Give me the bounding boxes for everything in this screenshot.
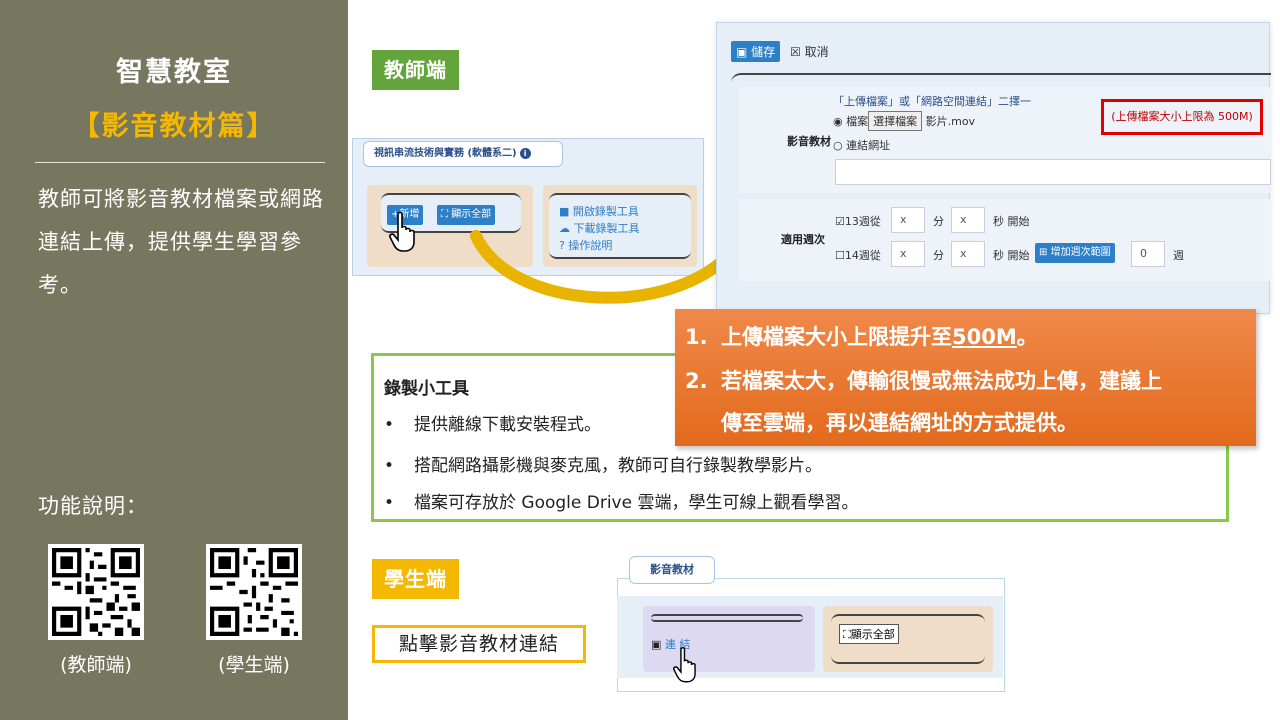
sec-start-label: 秒 開始 xyxy=(993,215,1030,228)
expand-icon: ⛶ xyxy=(843,628,851,641)
cancel-button[interactable]: ☒ 取消 xyxy=(790,43,829,60)
media-form: ▣ 儲存 ☒ 取消 影音教材 「上傳檔案」或「網路空間連結」二擇一 ◉ 檔案 選擇… xyxy=(716,22,1271,314)
week14-label: 14週從 xyxy=(844,249,881,262)
form-toolbar: ▣ 儲存 ☒ 取消 xyxy=(731,41,829,62)
sidebar-subtitle: 【影音教材篇】 xyxy=(72,111,276,142)
upload-callout: 1. 上傳檔案大小上限提升至500M。 2. 若檔案太大，傳輸很慢或無法成功上傳，建… xyxy=(675,309,1256,446)
range-input[interactable]: 0 xyxy=(1131,241,1165,267)
radio-icon: ○ xyxy=(833,139,843,152)
bullet-icon: • xyxy=(384,493,395,513)
callout-text-1: 上傳檔案大小上限提升至 xyxy=(721,325,952,349)
checkbox-checked-icon: ☑ xyxy=(835,215,845,228)
media-label: 影音教材 xyxy=(787,135,831,148)
video-icon: ■ xyxy=(559,205,570,218)
file-option-label: 檔案 xyxy=(846,115,869,128)
callout-end-1: 。 xyxy=(1016,325,1038,349)
sec-start-label: 秒 開始 xyxy=(993,249,1030,262)
week14-sec-input[interactable]: x xyxy=(951,241,985,267)
radio-checked-icon: ◉ xyxy=(833,115,843,128)
add-range-button[interactable]: ⊞ 增加週次範圍 xyxy=(1035,243,1115,263)
link-url-input[interactable] xyxy=(835,159,1271,185)
student-showall-box: ⛶顯示全部 xyxy=(823,606,993,672)
student-note: 點擊影音教材連結 xyxy=(372,625,586,663)
choice-hint: 「上傳檔案」或「網路空間連結」二擇一 xyxy=(833,95,1031,108)
course-title: 視訊串流技術與實務 (軟體系二) xyxy=(374,148,517,159)
sidebar-title: 智慧教室 xyxy=(116,57,232,88)
student-tag: 學生端 xyxy=(372,559,459,599)
tool-item-text: 搭配網路攝影機與麥克風，教師可自行錄製教學影片。 xyxy=(414,456,822,476)
expand-icon: ⛶ xyxy=(441,209,448,220)
week-unit: 週 xyxy=(1173,249,1184,262)
info-icon[interactable]: i xyxy=(519,148,531,159)
callout-line-1: 1. 上傳檔案大小上限提升至500M。 xyxy=(685,321,1038,351)
file-name: 影片.mov xyxy=(925,115,976,128)
min-label: 分 xyxy=(933,215,944,228)
week-row: 適用週次 ☑13週從 x 分 x 秒 開始 ☐14週從 x 分 x 秒 開始 ⊞… xyxy=(739,199,1271,281)
function-label: 功能說明： xyxy=(38,494,148,518)
week13-sec-input[interactable]: x xyxy=(951,207,985,233)
save-icon: ▣ xyxy=(736,45,748,59)
checkbox-icon: ☐ xyxy=(835,249,845,262)
callout-num-1: 1. xyxy=(685,325,708,349)
save-button[interactable]: ▣ 儲存 xyxy=(731,41,781,62)
qr-icon xyxy=(52,548,140,636)
min-label: 分 xyxy=(933,249,944,262)
week-label: 適用週次 xyxy=(781,233,825,246)
link-option[interactable]: ○ 連結網址 xyxy=(833,137,890,153)
link-option-label: 連結網址 xyxy=(846,139,891,152)
week14-min-input[interactable]: x xyxy=(891,241,925,267)
qr-code-teacher[interactable] xyxy=(48,544,144,640)
student-widget-header: 影音教材 xyxy=(629,556,715,584)
qr-label-teacher: (教師端) xyxy=(60,654,132,676)
tool-item: • 搭配網路攝影機與麥克風，教師可自行錄製教學影片。 xyxy=(384,451,822,476)
show-all-button[interactable]: ⛶ 顯示全部 xyxy=(437,205,496,225)
divider xyxy=(35,162,325,163)
cancel-label: 取消 xyxy=(804,45,829,59)
callout-num-2: 2. xyxy=(685,369,708,393)
week14-checkbox[interactable]: ☐14週從 xyxy=(835,247,881,263)
student-show-all-label: 顯示全部 xyxy=(850,628,895,641)
teacher-tag: 教師端 xyxy=(372,50,459,90)
student-link-box: ▣ 連 結 xyxy=(643,606,815,683)
save-label: 儲存 xyxy=(751,45,776,59)
tool-item: • 檔案可存放於 Google Drive 雲端，學生可線上觀看學習。 xyxy=(384,488,858,513)
course-header: 視訊串流技術與實務 (軟體系二) i xyxy=(363,141,563,167)
week13-checkbox[interactable]: ☑13週從 xyxy=(835,213,881,229)
size-limit-note: (上傳檔案大小上限為 500M) xyxy=(1101,99,1263,135)
callout-line-3: 傳至雲端，再以連結網址的方式提供。 xyxy=(721,411,1078,435)
callout-text-2: 若檔案太大，傳輸很慢或無法成功上傳，建議上 xyxy=(721,369,1162,393)
show-all-label: 顯示全部 xyxy=(451,209,492,220)
hand-cursor-icon xyxy=(673,647,696,683)
sidebar-description: 教師可將影音教材檔案或網路連結上傳，提供學生學習參考。 xyxy=(38,187,324,297)
choose-file-button[interactable]: 選擇檔案 xyxy=(868,111,923,131)
open-recorder-link[interactable]: ■ 開啟錄製工具 xyxy=(559,203,640,220)
week13-label: 13週從 xyxy=(844,215,881,228)
qr-code-student[interactable] xyxy=(206,544,302,640)
qr-label-student: (學生端) xyxy=(218,654,290,676)
student-media-widget: 影音教材 ▣ 連 結 ⛶顯示全部 xyxy=(617,556,1005,692)
callout-highlight: 500M xyxy=(952,325,1017,349)
callout-line-2: 2. 若檔案太大，傳輸很慢或無法成功上傳，建議上 xyxy=(685,365,1162,395)
add-range-label: 增加週次範圍 xyxy=(1050,247,1111,258)
tool-item: • 提供離線下載安裝程式。 xyxy=(384,410,601,435)
qr-icon xyxy=(210,548,298,636)
box-decoration xyxy=(651,614,803,622)
student-show-all-button[interactable]: ⛶顯示全部 xyxy=(839,624,899,644)
sidebar: 智慧教室 【影音教材篇】 教師可將影音教材檔案或網路連結上傳，提供學生學習參考。… xyxy=(0,0,348,720)
hand-cursor-icon xyxy=(389,211,415,252)
media-icon: ▣ xyxy=(651,638,662,651)
file-option[interactable]: ◉ 檔案 選擇檔案 影片.mov xyxy=(833,111,975,131)
bullet-icon: • xyxy=(384,456,395,476)
tool-item-text: 提供離線下載安裝程式。 xyxy=(414,415,601,435)
bullet-icon: • xyxy=(384,415,395,435)
tool-title: 錄製小工具 xyxy=(384,379,469,399)
week13-min-input[interactable]: x xyxy=(891,207,925,233)
plus-box-icon: ⊞ xyxy=(1039,247,1048,258)
close-icon: ☒ xyxy=(790,45,801,59)
open-recorder-label: 開啟錄製工具 xyxy=(572,205,639,218)
tool-item-text: 檔案可存放於 Google Drive 雲端，學生可線上觀看學習。 xyxy=(414,493,859,513)
